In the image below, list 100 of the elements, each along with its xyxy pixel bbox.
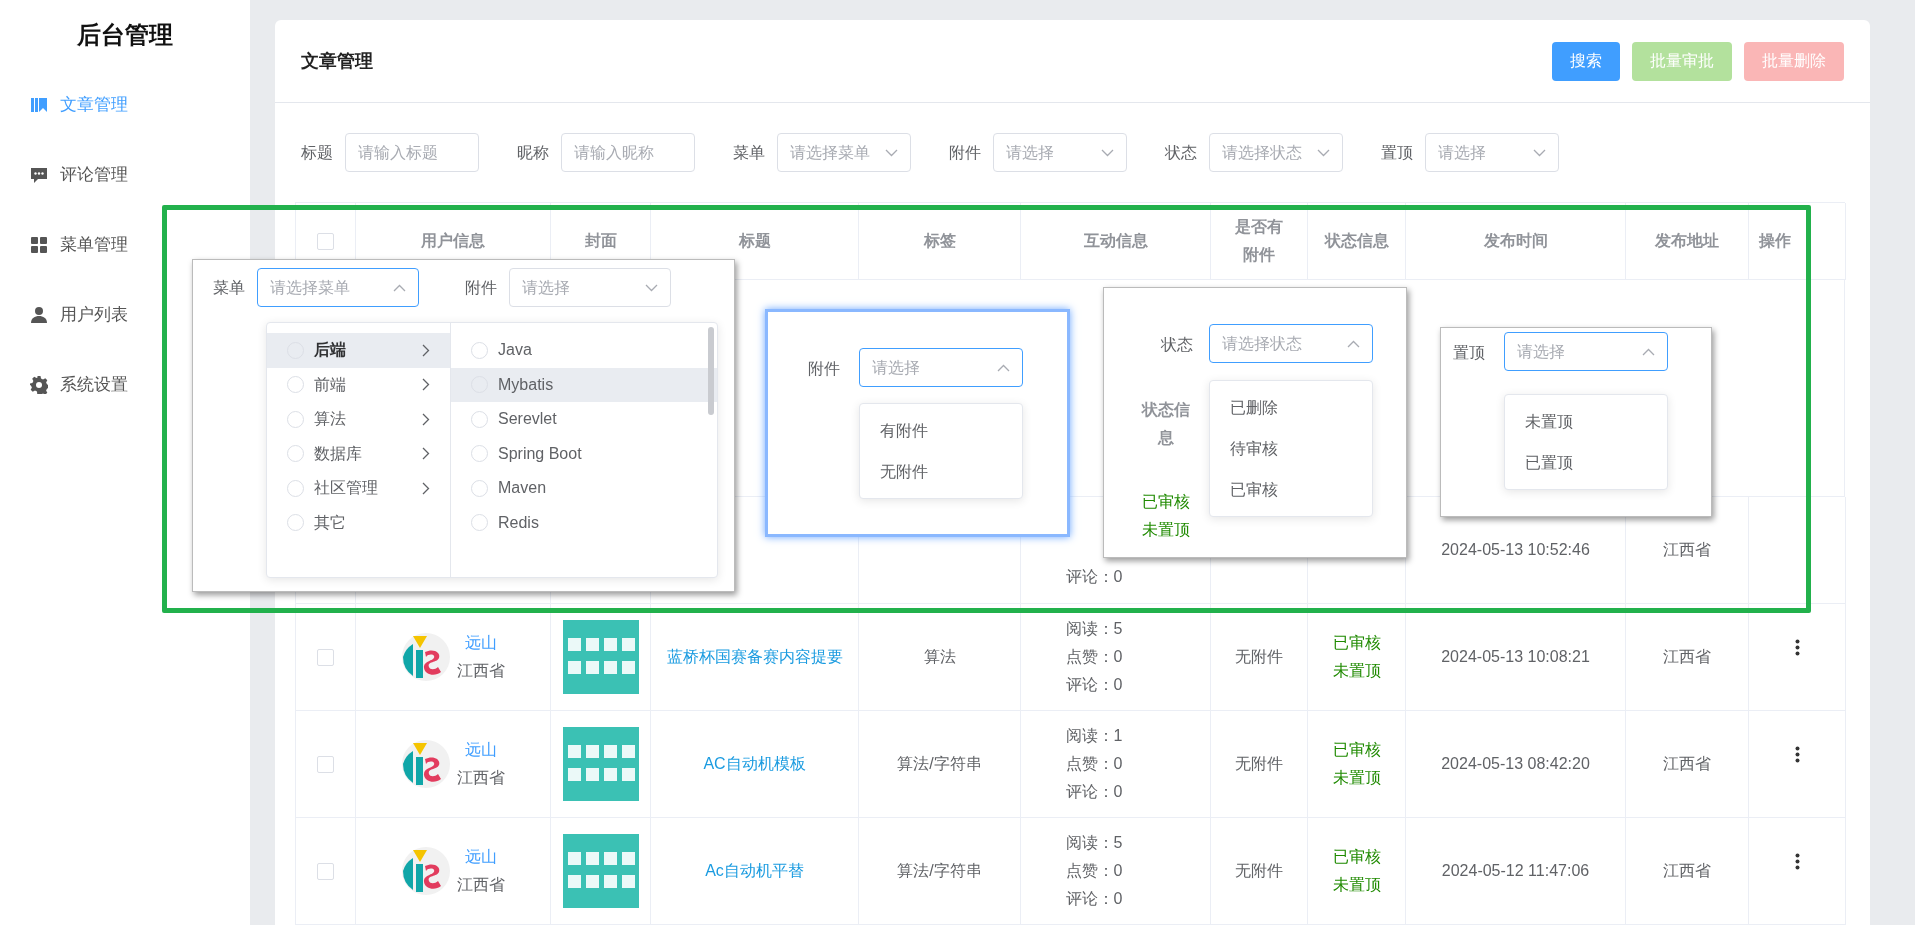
status-text: 未置顶 <box>1332 768 1381 788</box>
sidebar-item[interactable]: 评论管理 <box>0 140 250 210</box>
column-header: 互动信息 <box>1083 231 1148 251</box>
stat-text: 阅读：1 <box>1065 726 1123 746</box>
table-cell-text: 算法 <box>923 647 956 667</box>
field-label: 置顶 <box>1381 142 1413 163</box>
table-cell-text: 江西省 <box>1663 861 1711 881</box>
caret-up-icon <box>393 283 406 292</box>
caret-down-icon <box>1101 148 1114 157</box>
caret-up-icon <box>997 363 1010 372</box>
avatar-icon <box>401 632 451 682</box>
table-cell-text: 2024-05-13 10:08:21 <box>1441 647 1590 667</box>
stat-text: 点赞：0 <box>1065 754 1123 774</box>
column-header: 是否有附件 <box>1234 217 1284 265</box>
table-cell-text: 无附件 <box>1235 647 1283 667</box>
dropdown-option[interactable]: 有附件 <box>860 410 1022 451</box>
table-cell-text: 江西省 <box>1663 647 1711 667</box>
dropdown-option[interactable]: 无附件 <box>860 451 1022 492</box>
status-text: 已审核 <box>1332 740 1381 760</box>
table-cell-text: 2024-05-12 11:47:06 <box>1441 861 1590 881</box>
more-icon[interactable] <box>1794 853 1800 870</box>
cascader-option[interactable]: 其它 <box>267 505 450 540</box>
dropdown-option[interactable]: 已删除 <box>1210 387 1372 428</box>
status-text: 未置顶 <box>1332 661 1381 681</box>
settings-icon <box>30 376 48 394</box>
more-icon[interactable] <box>1794 746 1800 763</box>
stat-text: 评论：0 <box>1065 782 1123 802</box>
cascader-option[interactable]: 数据库 <box>267 436 450 471</box>
cascader-option[interactable]: Mybatis <box>451 367 717 402</box>
table-cell-text: 算法/字符串 <box>897 861 982 881</box>
dropdown-option[interactable]: 已审核 <box>1210 469 1372 510</box>
sidebar-item[interactable]: 系统设置 <box>0 350 250 420</box>
field-label: 标题 <box>301 142 333 163</box>
avatar-icon <box>401 739 451 789</box>
caret-down-icon <box>885 148 898 157</box>
dropdown-option[interactable]: 未置顶 <box>1505 401 1667 442</box>
stat-text: 点赞：0 <box>1065 861 1123 881</box>
stat-text: 阅读：5 <box>1065 619 1123 639</box>
checkbox[interactable] <box>317 862 334 880</box>
article-link[interactable]: AC自动机模板 <box>703 750 806 778</box>
field-label: 附件 <box>465 277 497 298</box>
caret-up-icon <box>1642 347 1655 356</box>
field-label: 附件 <box>808 359 840 379</box>
user-region: 江西省 <box>457 768 505 788</box>
caret-down-icon <box>1533 148 1546 157</box>
scrollbar[interactable] <box>708 327 714 415</box>
column-header: 标签 <box>923 231 956 251</box>
dropdown-option[interactable]: 待审核 <box>1210 428 1372 469</box>
field-label: 菜单 <box>733 142 765 163</box>
checkbox[interactable] <box>317 232 334 250</box>
table-cell-text: 无附件 <box>1235 754 1283 774</box>
book-icon <box>30 96 48 114</box>
field-label: 状态 <box>1161 335 1193 355</box>
article-link[interactable]: 蓝桥杯国赛备赛内容提要 <box>666 643 843 671</box>
cascader-option[interactable]: Serevlet <box>451 402 717 437</box>
comment-icon <box>30 166 48 184</box>
table-cell-text: 江西省 <box>1663 754 1711 774</box>
field-label: 附件 <box>949 142 981 163</box>
column-header: 状态信息 <box>1324 231 1389 251</box>
page-title: 文章管理 <box>301 49 373 73</box>
cascader-option[interactable]: 后端 <box>267 333 450 368</box>
column-header: 发布时间 <box>1483 231 1548 251</box>
stat-text: 点赞：0 <box>1065 647 1123 667</box>
stat-text: 评论：0 <box>1065 889 1123 909</box>
status-text: 已审核 <box>1142 492 1190 512</box>
sidebar-item[interactable]: 菜单管理 <box>0 210 250 280</box>
column-header: 操作 <box>1759 231 1791 251</box>
field-label: 昵称 <box>517 142 549 163</box>
status-text: 已审核 <box>1332 633 1381 653</box>
cascader-option[interactable]: 算法 <box>267 402 450 437</box>
column-header: 用户信息 <box>421 231 485 251</box>
status-text: 未置顶 <box>1142 520 1190 540</box>
column-header: 封面 <box>584 231 617 251</box>
field-label: 置顶 <box>1453 343 1485 363</box>
caret-down-icon <box>645 283 658 292</box>
more-icon[interactable] <box>1794 639 1800 656</box>
stat-text: 评论：0 <box>1065 567 1123 587</box>
caret-up-icon <box>1347 339 1360 348</box>
status-text: 已审核 <box>1332 847 1381 867</box>
article-link[interactable]: Ac自动机平替 <box>705 857 804 885</box>
stat-text: 阅读：5 <box>1065 833 1123 853</box>
column-header: 发布地址 <box>1655 231 1719 251</box>
grid-icon <box>30 236 48 254</box>
user-icon <box>30 306 48 324</box>
cascader-option[interactable]: Spring Boot <box>451 436 717 471</box>
app-title: 后台管理 <box>76 20 174 50</box>
dropdown-option[interactable]: 已置顶 <box>1505 442 1667 483</box>
table-cell-text: 无附件 <box>1235 861 1283 881</box>
cascader-option[interactable]: 前端 <box>267 367 450 402</box>
cascader-option[interactable]: 社区管理 <box>267 471 450 506</box>
column-header: 状态信息 <box>1140 400 1191 448</box>
checkbox[interactable] <box>317 648 334 666</box>
stat-text: 评论：0 <box>1065 675 1123 695</box>
table-cell-text: 江西省 <box>1663 540 1711 560</box>
cascader-option[interactable]: Maven <box>451 471 717 506</box>
cascader-option[interactable]: Redis <box>451 505 717 540</box>
cascader-option[interactable]: Java <box>451 333 717 368</box>
column-header: 标题 <box>738 231 771 251</box>
table-cell-text: 算法/字符串 <box>897 754 982 774</box>
checkbox[interactable] <box>317 755 334 773</box>
